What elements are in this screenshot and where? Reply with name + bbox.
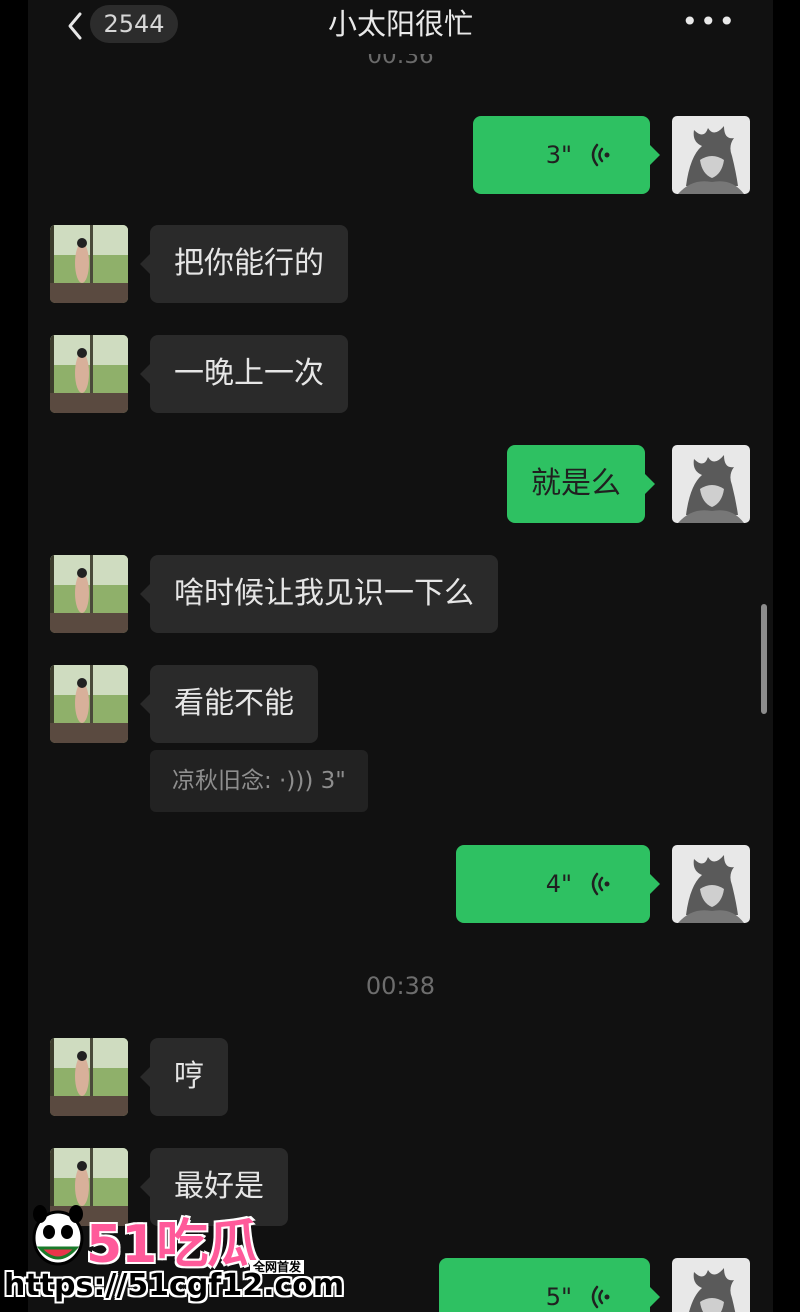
- contact-avatar[interactable]: [50, 555, 128, 633]
- my-avatar[interactable]: [672, 1258, 750, 1312]
- my-avatar[interactable]: [672, 845, 750, 923]
- right-border: [773, 0, 800, 1312]
- contact-avatar[interactable]: [50, 1038, 128, 1116]
- my-avatar[interactable]: [672, 116, 750, 194]
- mascot-icon: [32, 1205, 84, 1266]
- voice-message-bubble[interactable]: 4": [456, 845, 660, 923]
- quoted-voice-reference[interactable]: 凉秋旧念: ·))) 3": [150, 750, 368, 812]
- watermark: 51吃瓜 全网首发 https://51cgf12.com: [0, 1198, 344, 1312]
- outgoing-message-bubble[interactable]: 就是么: [507, 445, 655, 523]
- watermark-url: https://51cgf12.com: [4, 1268, 345, 1303]
- voice-duration: 4": [545, 870, 572, 898]
- watermark-logo: 51吃瓜: [86, 1215, 259, 1275]
- voice-wave-icon: [591, 1285, 610, 1309]
- chat-screen: 2544 小太阳很忙 ••• 00:36 3" 把你能行的 一晚上一次 就是么 …: [28, 0, 773, 1312]
- contact-avatar[interactable]: [50, 665, 128, 743]
- left-border: [0, 0, 28, 1312]
- timestamp-divider: 00:38: [365, 972, 436, 1000]
- voice-duration: 3": [545, 141, 572, 169]
- chat-title: 小太阳很忙: [327, 7, 473, 41]
- incoming-message-bubble[interactable]: 把你能行的: [140, 225, 348, 303]
- voice-wave-icon: [591, 872, 610, 896]
- voice-wave-icon: [591, 143, 610, 167]
- incoming-message-bubble[interactable]: 一晚上一次: [140, 335, 348, 413]
- voice-message-bubble[interactable]: 3": [473, 116, 660, 194]
- voice-duration: 5": [545, 1283, 572, 1311]
- contact-avatar[interactable]: [50, 225, 128, 303]
- incoming-message-bubble[interactable]: 哼: [140, 1038, 228, 1116]
- chat-header: 2544 小太阳很忙 •••: [28, 0, 773, 60]
- timestamp-top: 00:36: [367, 54, 434, 69]
- incoming-message-bubble[interactable]: 看能不能: [140, 665, 318, 743]
- scrollbar[interactable]: [761, 604, 767, 714]
- voice-message-bubble[interactable]: 5": [439, 1258, 660, 1312]
- contact-avatar[interactable]: [50, 335, 128, 413]
- incoming-message-bubble[interactable]: 啥时候让我见识一下么: [140, 555, 498, 633]
- my-avatar[interactable]: [672, 445, 750, 523]
- more-dots-icon[interactable]: •••: [681, 8, 737, 36]
